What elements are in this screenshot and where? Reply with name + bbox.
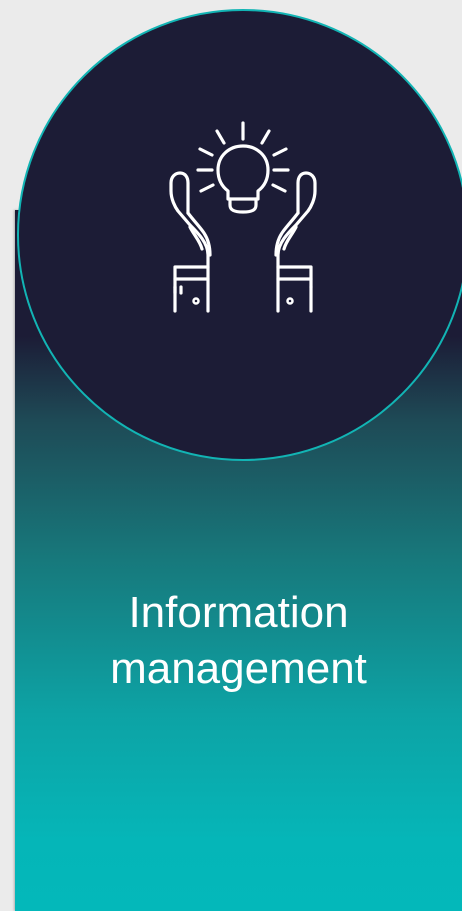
- title-line-1: Information: [128, 588, 349, 637]
- hands-holding-lightbulb-icon: [169, 121, 317, 313]
- title-line-2: management: [110, 644, 367, 693]
- card-title: Information management: [15, 585, 462, 697]
